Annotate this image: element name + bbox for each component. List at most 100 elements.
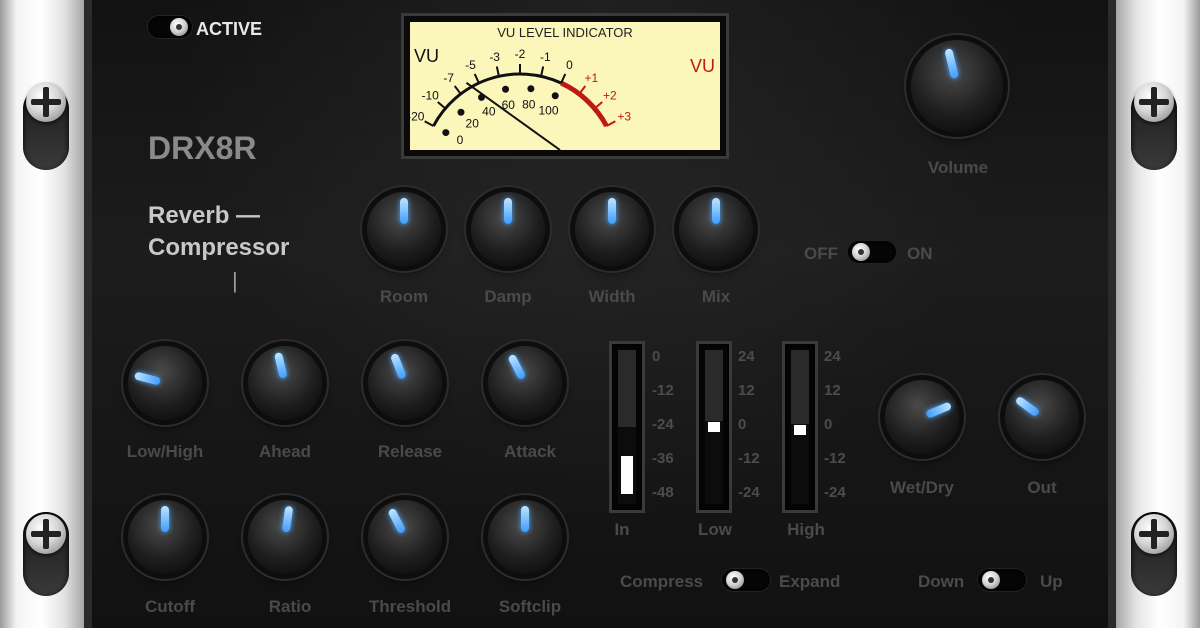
on-label: ON [907, 244, 933, 263]
knob-indicator [161, 506, 169, 532]
low-meter [699, 344, 729, 510]
knob-indicator [507, 353, 527, 381]
subtitle-line-1: Reverb — [148, 202, 261, 229]
rack-screw-icon [1134, 82, 1174, 122]
vu-percent-label: 40 [482, 105, 496, 119]
high-scale-1: 12 [824, 382, 841, 399]
ahead-knob[interactable] [248, 346, 322, 420]
low-high-label: Low/High [126, 442, 204, 461]
meter-level-bar [621, 456, 633, 494]
low-scale-0: 24 [738, 348, 755, 365]
vu-tick [578, 85, 587, 95]
vu-db-label: -10 [421, 89, 439, 103]
attack-knob[interactable] [488, 346, 562, 420]
vu-dot [502, 85, 510, 93]
knob-indicator [389, 352, 407, 380]
compress-expand-toggle[interactable] [722, 569, 770, 591]
down-up-toggle[interactable] [978, 569, 1026, 591]
low-scale-3: -12 [738, 450, 760, 467]
vu-db-label: +2 [603, 89, 617, 103]
room-knob[interactable] [367, 192, 441, 266]
knob-indicator [521, 506, 529, 532]
ratio-knob[interactable] [248, 500, 322, 574]
out-label: Out [1027, 478, 1057, 497]
high-meter [785, 344, 815, 510]
vu-percent-label: 80 [522, 98, 536, 112]
in-scale-4: -48 [652, 484, 674, 501]
in-scale-2: -24 [652, 416, 674, 433]
in-scale-3: -36 [652, 450, 674, 467]
vu-meter-face: VU LEVEL INDICATOR VU VU -20-10-7-5-3-2-… [410, 22, 720, 150]
width-knob[interactable] [575, 192, 649, 266]
high-scale-4: -24 [824, 484, 846, 501]
vu-tick [424, 120, 434, 127]
high-scale-3: -12 [824, 450, 846, 467]
off-label: OFF [804, 244, 838, 263]
vu-meter: VU LEVEL INDICATOR VU VU -20-10-7-5-3-2-… [404, 16, 726, 156]
vu-db-label: -2 [515, 47, 526, 61]
right-rack-ear [1108, 0, 1200, 628]
vu-tick [540, 66, 545, 77]
reverb-on-off-toggle[interactable] [848, 241, 896, 263]
vu-db-label: -5 [465, 58, 476, 72]
threshold-label: Threshold [368, 597, 452, 616]
vu-db-label: -1 [540, 50, 551, 64]
high-scale-2: 0 [824, 416, 833, 433]
threshold-knob[interactable] [368, 500, 442, 574]
vu-left-label: VU [414, 46, 439, 66]
toggle-knob-icon [170, 18, 188, 36]
volume-label: Volume [927, 158, 989, 177]
rack-ear-edge [1108, 0, 1116, 628]
vu-percent-label: 100 [539, 103, 559, 117]
active-toggle[interactable] [148, 16, 192, 38]
meter-level-bar [708, 422, 720, 433]
in-scale-1: -12 [652, 382, 674, 399]
knob-indicator [273, 351, 288, 380]
knob-indicator [133, 371, 162, 386]
rack-screw-icon [26, 514, 66, 554]
volume-knob[interactable] [911, 40, 1003, 132]
toggle-knob-icon [726, 571, 744, 589]
damp-knob[interactable] [471, 192, 545, 266]
vu-db-label: -7 [443, 71, 454, 85]
vu-meter-scale: VU LEVEL INDICATOR VU VU -20-10-7-5-3-2-… [410, 25, 715, 150]
knob-indicator [944, 48, 960, 80]
out-knob[interactable] [1005, 380, 1079, 454]
vu-dot [551, 92, 559, 100]
vu-db-label: -20 [410, 110, 425, 124]
vu-right-label: VU [690, 56, 715, 76]
knob-indicator [925, 401, 953, 419]
softclip-label: Softclip [498, 597, 562, 616]
input-meter [612, 344, 642, 510]
low-high-knob[interactable] [128, 346, 202, 420]
softclip-knob[interactable] [488, 500, 562, 574]
wet-dry-label: Wet/Dry [890, 478, 954, 497]
meter-fill [791, 423, 809, 504]
cutoff-label: Cutoff [144, 597, 196, 616]
knob-indicator [712, 198, 720, 224]
vu-dot [527, 85, 535, 93]
vu-tick [495, 66, 500, 77]
low-scale-2: 0 [738, 416, 747, 433]
low-meter-label: Low [698, 520, 732, 539]
release-knob[interactable] [368, 346, 442, 420]
in-scale-0: 0 [652, 348, 661, 365]
mix-knob[interactable] [679, 192, 753, 266]
rack-ear-edge [84, 0, 92, 628]
expand-label: Expand [779, 572, 841, 591]
subtitle-line-3: | [232, 268, 238, 293]
ahead-label: Ahead [259, 442, 311, 461]
knob-indicator [1014, 395, 1041, 418]
vu-percent-label: 20 [466, 117, 480, 131]
vu-db-label: +1 [584, 71, 598, 85]
in-meter-label: In [614, 520, 630, 539]
mix-label: Mix [701, 287, 731, 306]
vu-db-label: -3 [489, 50, 500, 64]
vu-tick [437, 101, 447, 110]
low-scale-4: -24 [738, 484, 760, 501]
wet-dry-knob[interactable] [885, 380, 959, 454]
knob-indicator [608, 198, 616, 224]
vu-tick [473, 73, 480, 84]
knob-indicator [400, 198, 408, 224]
cutoff-knob[interactable] [128, 500, 202, 574]
